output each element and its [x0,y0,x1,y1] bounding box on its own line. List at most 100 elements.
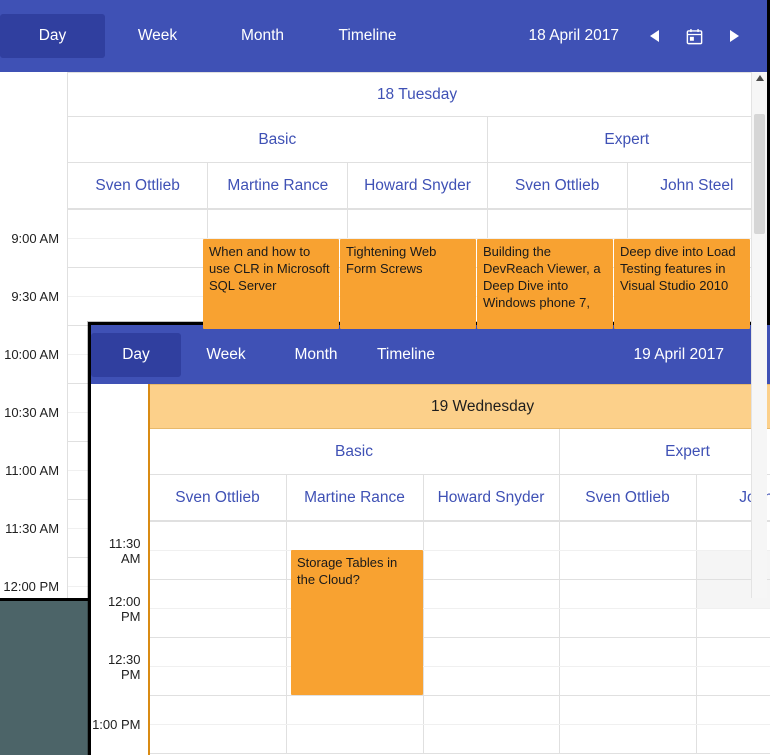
event-block[interactable]: Deep dive into Load Testing features in … [614,239,750,329]
group-header-expert[interactable]: Expert [558,428,770,475]
slot-cell[interactable] [558,579,697,609]
tab-week[interactable]: Week [105,14,210,58]
previous-day-button[interactable] [637,19,671,53]
slot-cell[interactable] [422,637,560,667]
slot-cell[interactable] [695,724,770,754]
resource-header-0[interactable]: Sven Ottlieb [148,474,287,521]
slot-cell[interactable] [558,608,697,638]
event-block[interactable]: Building the DevReach Viewer, a Deep Div… [477,239,613,329]
slot-cell[interactable] [67,267,209,297]
slot-cell[interactable] [285,724,424,754]
slot-row: 12:00 PM [91,579,770,638]
group-header-basic[interactable]: Basic [67,116,488,163]
scheduler-1-vertical-scrollbar[interactable] [751,72,767,598]
slot-cell[interactable] [148,550,287,580]
scroll-up-arrow-icon[interactable] [756,75,764,81]
slot-cell[interactable] [626,209,767,239]
slot-cell[interactable] [148,637,287,667]
time-label-3: 1:00 PM [91,695,150,754]
slot-cell[interactable] [422,579,560,609]
resource-header-2[interactable]: Howard Snyder [422,474,560,521]
slot-cell[interactable] [148,724,287,754]
tab-month[interactable]: Month [271,333,361,377]
tab-day[interactable]: Day [0,14,105,58]
slot-cell[interactable] [148,521,287,551]
slot-cell[interactable] [67,238,209,268]
resource-header-3[interactable]: Sven Ottlieb [486,162,628,209]
slot-cell[interactable] [558,637,697,667]
time-label-3: 10:30 AM [0,383,69,442]
event-block[interactable]: Tightening Web Form Screws [340,239,476,329]
scheduler-1-group-row: Basic Expert [0,116,767,163]
slot-cell[interactable] [695,608,770,638]
event-block[interactable]: When and how to use CLR in Microsoft SQL… [203,239,339,329]
tab-month[interactable]: Month [210,14,315,58]
slot-cell[interactable] [285,521,424,551]
tab-week[interactable]: Week [181,333,271,377]
slot-cell[interactable] [148,695,287,725]
scheduler-2-date-row: 19 Wednesday [91,384,770,429]
slot-cell[interactable] [422,608,560,638]
slot-cell[interactable] [285,695,424,725]
resource-header-4[interactable]: John Steel [626,162,767,209]
slot-cell[interactable] [422,521,560,551]
slot-cell[interactable] [148,579,287,609]
scheduler-2-body: 19 Wednesday Basic Expert Sven Ottlieb M… [91,384,770,754]
next-day-button[interactable] [717,19,751,53]
scheduler-window-19-april[interactable]: Day Week Month Timeline 19 April 2017 19… [88,322,770,755]
slot-cell[interactable] [422,550,560,580]
slot-cell[interactable] [695,695,770,725]
group-row-spacer [0,116,68,163]
slot-row [91,666,770,696]
slot-cell[interactable] [695,666,770,696]
scheduler-2-slot-area[interactable]: 11:30 AM 12:00 PM 12:30 PM 1:00 PM Stora… [91,521,770,754]
resource-header-0[interactable]: Sven Ottlieb [67,162,209,209]
group-row-spacer [91,428,149,475]
slot-cell[interactable] [422,724,560,754]
scheduler-1-resource-row: Sven Ottlieb Martine Rance Howard Snyder… [0,162,767,209]
time-label-6: 12:00 PM [0,557,69,598]
slot-cell[interactable] [422,695,560,725]
resource-header-3[interactable]: Sven Ottlieb [558,474,697,521]
scheduler-2-view-tabs: Day Week Month Timeline [91,325,451,384]
slot-cell[interactable] [486,209,628,239]
today-button[interactable] [677,19,711,53]
group-header-basic[interactable]: Basic [148,428,560,475]
time-label-1: 9:30 AM [0,267,69,326]
slot-cell[interactable] [148,666,287,696]
scheduler-2-resource-row: Sven Ottlieb Martine Rance Howard Snyder… [91,474,770,521]
slot-cell[interactable] [558,521,697,551]
slot-cell[interactable] [148,608,287,638]
tab-day[interactable]: Day [91,332,181,377]
time-label-4: 11:00 AM [0,441,69,500]
event-block[interactable]: Storage Tables in the Cloud? [291,550,423,695]
slot-cell[interactable] [558,695,697,725]
slot-row: 11:30 AM [91,521,770,580]
resource-header-1[interactable]: Martine Rance [207,162,349,209]
resource-header-2[interactable]: Howard Snyder [347,162,488,209]
group-header-expert[interactable]: Expert [486,116,767,163]
slot-row [91,550,770,580]
resource-row-spacer [91,474,149,521]
time-label-0: 11:30 AM [91,521,150,580]
slot-cell[interactable] [558,550,697,580]
scheduler-1-view-tabs: Day Week Month Timeline [0,0,420,72]
slot-cell[interactable] [347,209,488,239]
slot-cell[interactable] [558,724,697,754]
slot-cell[interactable] [558,666,697,696]
slot-cell[interactable] [422,666,560,696]
tab-timeline[interactable]: Timeline [315,14,420,58]
slot-cell[interactable] [207,209,349,239]
tab-timeline[interactable]: Timeline [361,333,451,377]
resource-header-1[interactable]: Martine Rance [285,474,424,521]
time-label-1: 12:00 PM [91,579,150,638]
scheduler-2-toolbar: Day Week Month Timeline 19 April 2017 [91,325,770,384]
scrollbar-thumb[interactable] [754,114,765,234]
date-header-19-wednesday[interactable]: 19 Wednesday [148,384,770,429]
slot-cell[interactable] [67,209,209,239]
slot-row: 9:00 AM [0,209,767,268]
date-header-18-tuesday[interactable]: 18 Tuesday [67,72,767,117]
slot-cell[interactable] [695,637,770,667]
slot-row [91,724,770,754]
time-label-2: 12:30 PM [91,637,150,696]
